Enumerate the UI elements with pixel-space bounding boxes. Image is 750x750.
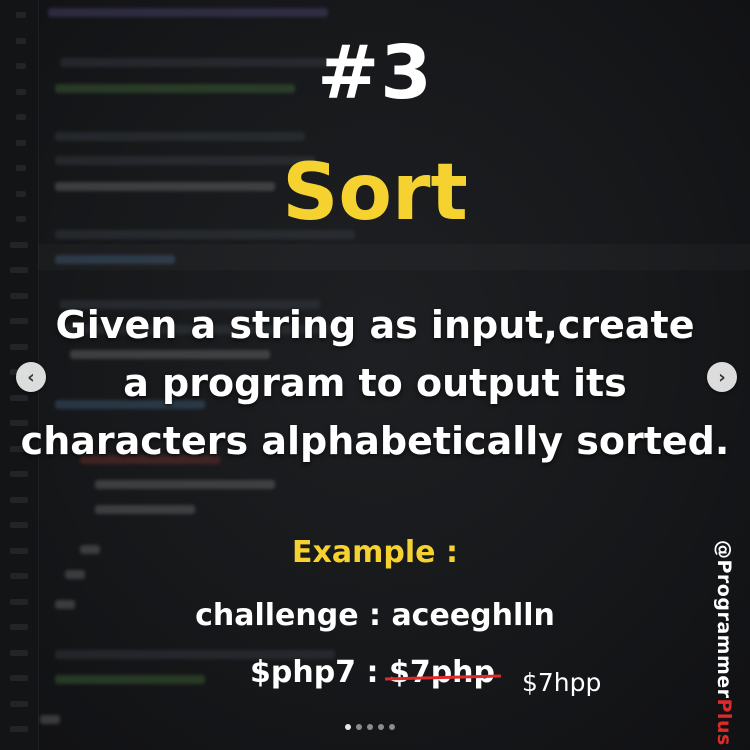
struck-answer: $7php bbox=[388, 655, 496, 690]
carousel-dot[interactable] bbox=[345, 724, 351, 730]
chevron-right-icon: › bbox=[718, 366, 726, 388]
handwritten-answer: $7hpp bbox=[522, 668, 602, 697]
challenge-title: Sort bbox=[282, 148, 468, 238]
carousel-dot[interactable] bbox=[378, 724, 384, 730]
handle-prefix: @Programmer bbox=[713, 540, 735, 699]
challenge-number: #3 bbox=[317, 30, 433, 116]
handle-suffix: Plus bbox=[713, 698, 735, 746]
carousel-next-button[interactable]: › bbox=[707, 362, 737, 392]
carousel-prev-button[interactable]: ‹ bbox=[16, 362, 46, 392]
description-line: a program to output its bbox=[123, 361, 627, 405]
description-line: characters alphabetically sorted. bbox=[20, 419, 730, 463]
example-prefix: $php7 : bbox=[250, 655, 389, 690]
carousel-dots bbox=[345, 724, 395, 730]
post-image: #3 Sort Given a string as input,create a… bbox=[0, 0, 750, 750]
carousel-dot[interactable] bbox=[356, 724, 362, 730]
carousel-dot[interactable] bbox=[389, 724, 395, 730]
challenge-description: Given a string as input,create a program… bbox=[0, 296, 750, 470]
example-line-1: challenge : aceeghlln bbox=[195, 598, 555, 633]
carousel-dot[interactable] bbox=[367, 724, 373, 730]
chevron-left-icon: ‹ bbox=[27, 366, 35, 388]
example-title: Example : bbox=[292, 535, 458, 570]
account-handle: @ProgrammerPlus bbox=[713, 540, 735, 746]
description-line: Given a string as input,create bbox=[55, 303, 695, 347]
